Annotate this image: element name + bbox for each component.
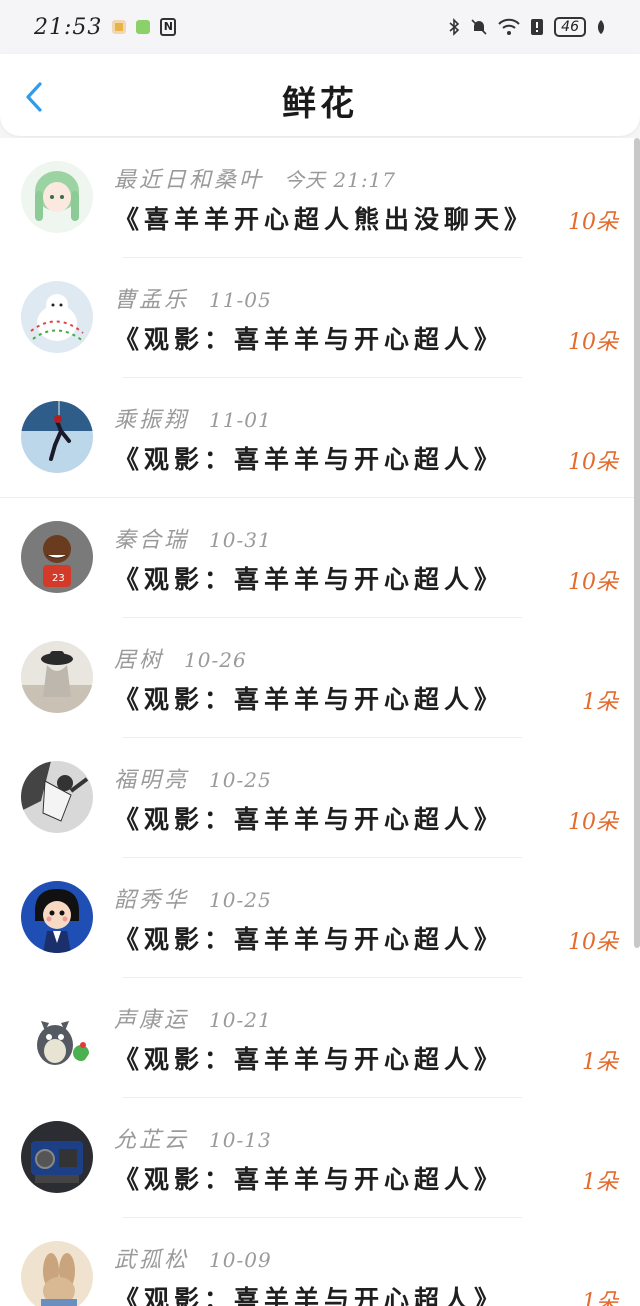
send-date: 10-31 bbox=[209, 528, 272, 552]
flower-count: 10朵 bbox=[568, 210, 618, 235]
avatar[interactable] bbox=[21, 161, 93, 233]
flower-count: 10朵 bbox=[568, 330, 618, 355]
list-item[interactable]: 乘振翔 11-01 《观影：喜羊羊与开心超人》 10朵 bbox=[0, 378, 640, 498]
sender-name: 曹孟乐 bbox=[114, 288, 190, 313]
status-right: 46 bbox=[448, 17, 606, 37]
topic-title: 《喜羊羊开心超人熊出没聊天》 bbox=[114, 205, 535, 234]
app-notification-icon bbox=[112, 20, 127, 34]
avatar[interactable] bbox=[21, 641, 93, 713]
list-item[interactable]: 武孤松 10-09 《观影：喜羊羊与开心超人》 1朵 bbox=[0, 1218, 640, 1306]
flower-count: 10朵 bbox=[568, 810, 618, 835]
send-date: 10-25 bbox=[209, 888, 272, 912]
item-meta: 曹孟乐 11-05 bbox=[114, 282, 272, 314]
topic-title: 《观影：喜羊羊与开心超人》 bbox=[114, 1165, 505, 1194]
list-item[interactable]: 福明亮 10-25 《观影：喜羊羊与开心超人》 10朵 bbox=[0, 738, 640, 858]
list-item[interactable]: 居树 10-26 《观影：喜羊羊与开心超人》 1朵 bbox=[0, 618, 640, 738]
flower-count: 1朵 bbox=[582, 1290, 618, 1306]
mute-bell-icon bbox=[471, 19, 487, 35]
topic-title: 《观影：喜羊羊与开心超人》 bbox=[114, 685, 505, 714]
flower-record-list: 最近日和桑叶 今天 21:17 《喜羊羊开心超人熊出没聊天》 10朵 曹孟乐 1… bbox=[0, 138, 640, 1306]
item-meta: 声康运 10-21 bbox=[114, 1002, 272, 1034]
flower-count: 10朵 bbox=[568, 570, 618, 595]
sender-name: 秦合瑞 bbox=[114, 528, 190, 553]
status-time: 21:53 bbox=[34, 14, 103, 40]
topic-title: 《观影：喜羊羊与开心超人》 bbox=[114, 325, 505, 354]
leaf-icon bbox=[597, 20, 605, 34]
topic-title: 《观影：喜羊羊与开心超人》 bbox=[114, 805, 505, 834]
avatar[interactable]: 23 bbox=[21, 521, 93, 593]
page-title: 鲜花 bbox=[282, 84, 358, 124]
send-date: 11-01 bbox=[209, 408, 272, 432]
flower-count: 10朵 bbox=[568, 450, 618, 475]
list-item[interactable]: 韶秀华 10-25 《观影：喜羊羊与开心超人》 10朵 bbox=[0, 858, 640, 978]
avatar[interactable] bbox=[21, 761, 93, 833]
send-date: 10-26 bbox=[184, 648, 247, 672]
item-meta: 秦合瑞 10-31 bbox=[114, 522, 272, 554]
item-meta: 福明亮 10-25 bbox=[114, 762, 272, 794]
topic-title: 《观影：喜羊羊与开心超人》 bbox=[114, 1285, 505, 1306]
avatar[interactable] bbox=[21, 401, 93, 473]
avatar[interactable] bbox=[21, 881, 93, 953]
send-date: 今天 21:17 bbox=[284, 168, 397, 192]
battery-indicator: 46 bbox=[554, 17, 586, 37]
topic-title: 《观影：喜羊羊与开心超人》 bbox=[114, 565, 505, 594]
topic-title: 《观影：喜羊羊与开心超人》 bbox=[114, 925, 505, 954]
svg-text:23: 23 bbox=[52, 573, 65, 584]
send-date: 10-09 bbox=[209, 1248, 272, 1272]
sender-name: 最近日和桑叶 bbox=[114, 168, 265, 193]
bluetooth-icon bbox=[449, 18, 460, 36]
sender-name: 韶秀华 bbox=[114, 888, 190, 913]
avatar[interactable] bbox=[21, 281, 93, 353]
sim-alert-icon bbox=[531, 19, 544, 35]
flower-count: 1朵 bbox=[582, 690, 618, 715]
send-date: 10-25 bbox=[209, 768, 272, 792]
item-meta: 韶秀华 10-25 bbox=[114, 882, 272, 914]
avatar[interactable] bbox=[21, 1001, 93, 1073]
topic-title: 《观影：喜羊羊与开心超人》 bbox=[114, 445, 505, 474]
item-meta: 允芷云 10-13 bbox=[114, 1122, 272, 1154]
item-meta: 最近日和桑叶 今天 21:17 bbox=[114, 162, 396, 194]
wechat-notification-icon bbox=[136, 20, 151, 34]
flower-count: 1朵 bbox=[582, 1050, 618, 1075]
send-date: 10-13 bbox=[209, 1128, 272, 1152]
sender-name: 福明亮 bbox=[114, 768, 190, 793]
list-item[interactable]: 最近日和桑叶 今天 21:17 《喜羊羊开心超人熊出没聊天》 10朵 bbox=[0, 138, 640, 258]
list-item[interactable]: 声康运 10-21 《观影：喜羊羊与开心超人》 1朵 bbox=[0, 978, 640, 1098]
sender-name: 居树 bbox=[114, 648, 165, 673]
list-item[interactable]: 23 秦合瑞 10-31 《观影：喜羊羊与开心超人》 10朵 bbox=[0, 498, 640, 618]
send-date: 11-05 bbox=[209, 288, 272, 312]
list-item[interactable]: 允芷云 10-13 《观影：喜羊羊与开心超人》 1朵 bbox=[0, 1098, 640, 1218]
avatar[interactable] bbox=[21, 1241, 93, 1306]
item-meta: 居树 10-26 bbox=[114, 642, 247, 674]
item-meta: 乘振翔 11-01 bbox=[114, 402, 272, 434]
sender-name: 声康运 bbox=[114, 1008, 190, 1033]
sender-name: 允芷云 bbox=[114, 1128, 190, 1153]
sender-name: 武孤松 bbox=[114, 1248, 190, 1273]
sender-name: 乘振翔 bbox=[114, 408, 190, 433]
status-left: 21:53 N bbox=[34, 14, 177, 40]
wifi-icon bbox=[498, 18, 520, 35]
send-date: 10-21 bbox=[209, 1008, 272, 1032]
status-bar: 21:53 N 46 bbox=[0, 0, 640, 54]
topic-title: 《观影：喜羊羊与开心超人》 bbox=[114, 1045, 505, 1074]
scrollbar[interactable] bbox=[634, 138, 640, 948]
item-meta: 武孤松 10-09 bbox=[114, 1242, 272, 1274]
avatar[interactable] bbox=[21, 1121, 93, 1193]
list-item[interactable]: 曹孟乐 11-05 《观影：喜羊羊与开心超人》 10朵 bbox=[0, 258, 640, 378]
flower-count: 10朵 bbox=[568, 930, 618, 955]
nfc-icon: N bbox=[160, 18, 177, 36]
app-header: 鲜花 bbox=[0, 54, 640, 136]
flower-count: 1朵 bbox=[582, 1170, 618, 1195]
